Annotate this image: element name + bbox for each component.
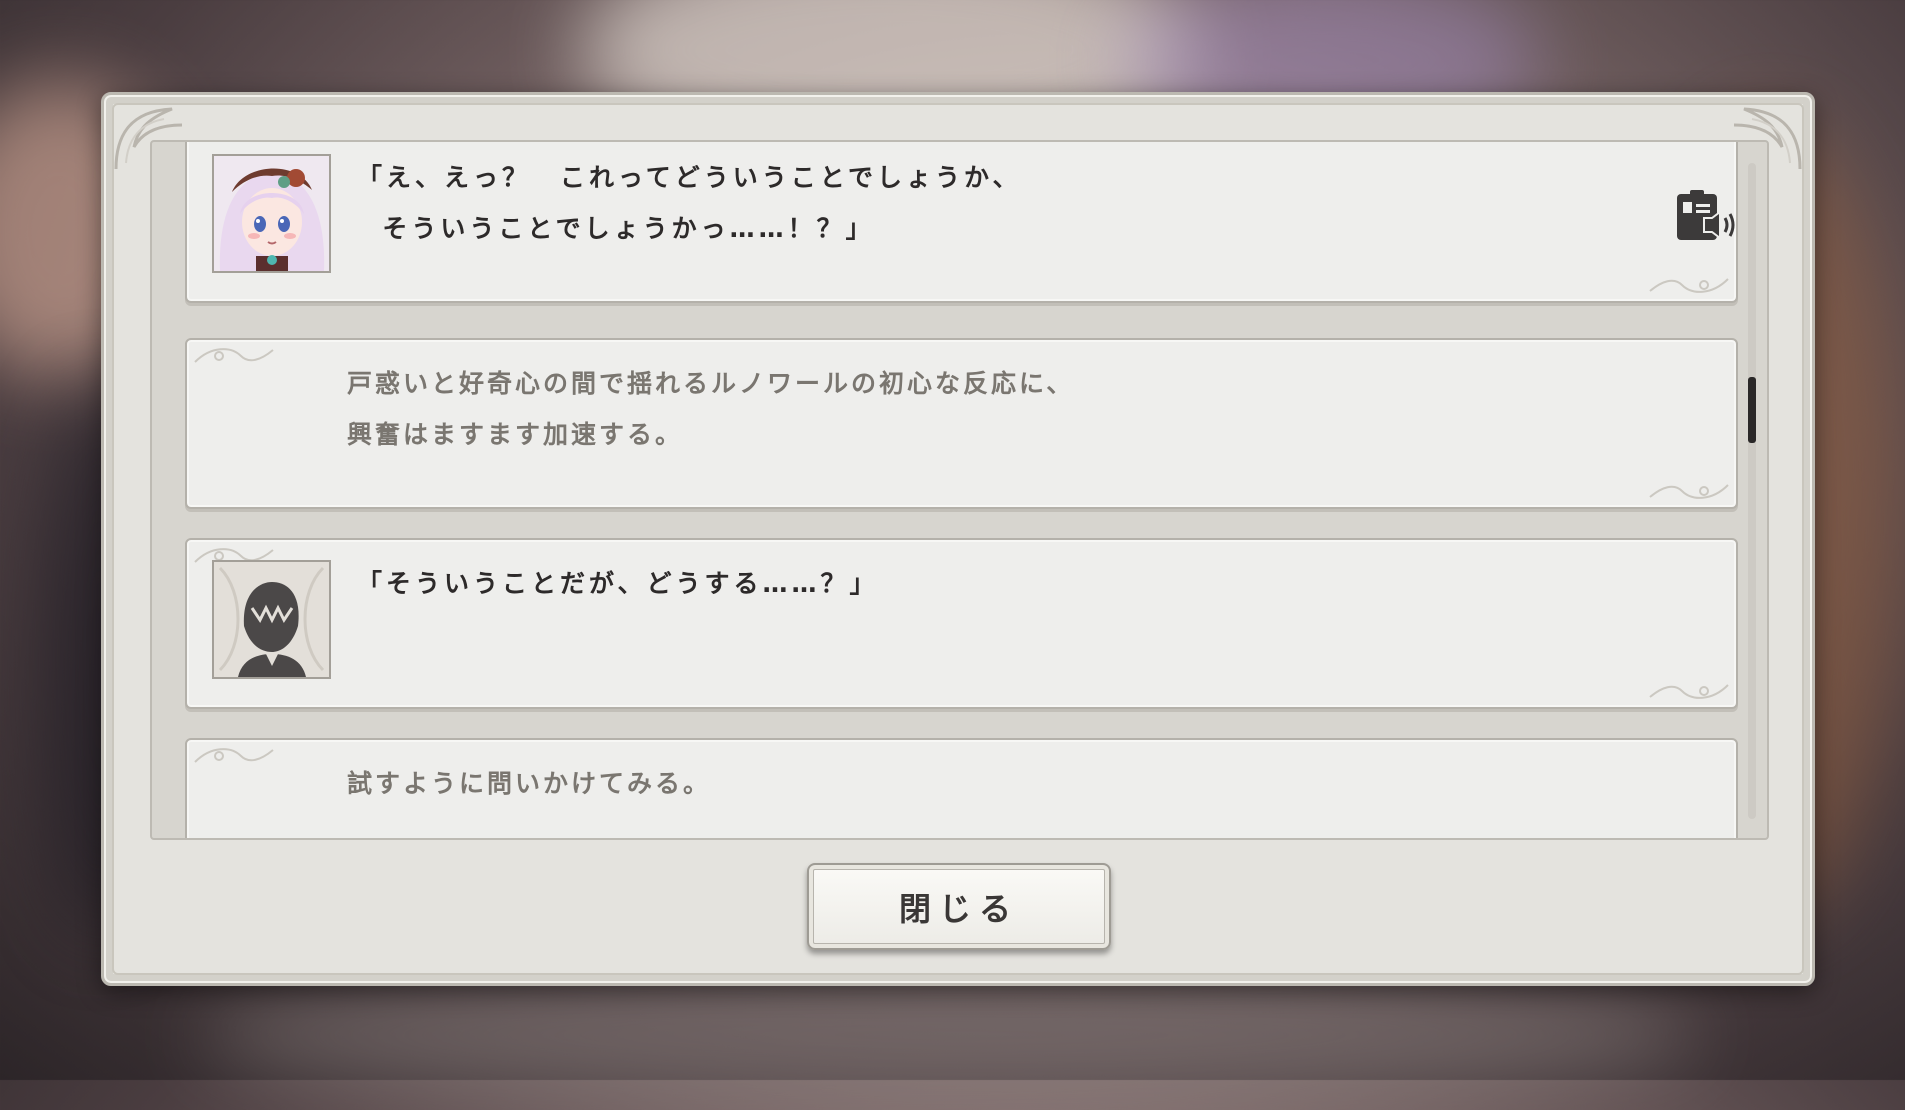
entry-ornament [194,348,274,363]
narration-text: 試すように問いかけてみる。 [347,769,712,798]
log-entry: 「そういうことだが、どうする……？」 [185,538,1738,709]
speaker-portrait-girl [212,154,331,273]
backlog-list[interactable]: 「え、えっ？ これってどういうことでしょうか、 そういうことでしょうかっ……！？… [150,140,1769,840]
log-entry: 戸惑いと好奇心の間で揺れるルノワールの初心な反応に、 興奮はますます加速する。 [185,338,1738,509]
girl-portrait-icon [214,156,329,271]
narration-text: 戸惑いと好奇心の間で揺れるルノワールの初心な反応に、 興奮はますます加速する。 [347,369,1075,449]
voice-replay-icon[interactable] [1674,188,1738,244]
log-entry: 試すように問いかけてみる。 [185,738,1738,838]
scrollbar-track[interactable] [1748,163,1756,819]
dialogue-text: 「そういうことだが、どうする……？」 [357,569,879,598]
entry-ornament [1649,278,1729,293]
close-button-label: 閉じる [898,889,1019,928]
dialogue-text: 「え、えっ？ これってどういうことでしょうか、 そういうことでしょうかっ……！？… [357,163,1022,243]
entry-ornament [1649,684,1729,699]
log-entry: 「え、えっ？ これってどういうことでしょうか、 そういうことでしょうかっ……！？… [185,142,1738,303]
speaker-portrait-player [212,560,331,679]
player-silhouette-icon [214,562,329,677]
entry-ornament [194,748,274,763]
scrollbar-thumb[interactable] [1748,377,1756,443]
entry-ornament [1649,484,1729,499]
close-button[interactable]: 閉じる [807,863,1111,950]
